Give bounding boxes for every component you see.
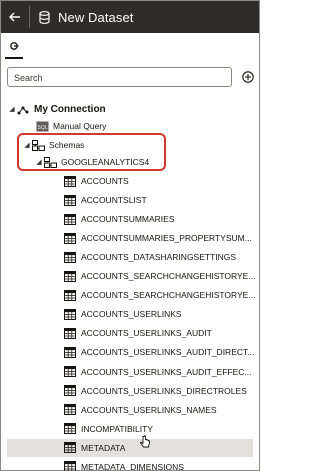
tree-node-label: ACCOUNTS_USERLINKS_AUDIT_EFFEC... [81, 366, 252, 377]
database-icon [30, 1, 58, 33]
tree-node-table[interactable]: INCOMPATIBILITY [63, 420, 153, 438]
table-icon [63, 404, 77, 416]
tree-node-table[interactable]: ACCOUNTS_USERLINKS_DIRECTROLES [63, 382, 247, 400]
tree-node-label: Schemas [49, 140, 85, 150]
table-icon [63, 385, 77, 397]
add-circle-icon [241, 70, 254, 83]
svg-text:SQL: SQL [37, 124, 47, 130]
active-tab-indicator [5, 57, 23, 59]
table-icon [63, 251, 77, 263]
table-icon [63, 289, 77, 301]
table-icon [63, 442, 77, 454]
connection-tab-icon[interactable] [7, 39, 21, 53]
connection-icon [16, 103, 30, 115]
table-icon [63, 270, 77, 282]
table-icon [63, 232, 77, 244]
tree-node-table[interactable]: ACCOUNTS_USERLINKS_AUDIT_DIRECT... [63, 343, 254, 361]
tree-node-label: ACCOUNTS_USERLINKS_DIRECTROLES [81, 385, 247, 396]
tree-node-manual-query[interactable]: SQL Manual Query [35, 117, 106, 135]
table-icon [63, 308, 77, 320]
tree-node-label: ACCOUNTS_SEARCHCHANGEHISTORYE... [81, 271, 256, 282]
back-button[interactable] [1, 1, 29, 33]
tree-node-table[interactable]: ACCOUNTSUMMARIES [63, 210, 175, 228]
tree-node-table[interactable]: ACCOUNTS_USERLINKS_AUDIT [63, 324, 212, 342]
tree-node-label: METADATA [81, 442, 126, 453]
search-input[interactable] [8, 69, 231, 87]
tree-node-table[interactable]: ACCOUNTSUMMARIES_PROPERTYSUM... [63, 229, 252, 247]
tree-node-label: ACCOUNTS_SEARCHCHANGEHISTORYE... [81, 290, 256, 301]
tree-node-table[interactable]: ACCOUNTS [63, 172, 129, 190]
tree-node-table[interactable]: ACCOUNTS_DATASHARINGSETTINGS [63, 248, 236, 266]
tree-node-table[interactable]: ACCOUNTSLIST [63, 191, 147, 209]
app-header: New Dataset [1, 1, 259, 33]
collapse-caret-icon[interactable]: ◢ [35, 158, 43, 166]
tree-node-schema-googleanalytics4[interactable]: ◢ GOOGLEANALYTICS4 [35, 153, 149, 171]
tree-node-table[interactable]: METADATA_DIMENSIONS [63, 458, 184, 471]
table-icon [63, 175, 77, 187]
tree-node-table[interactable]: ACCOUNTS_SEARCHCHANGEHISTORYE... [63, 286, 255, 304]
collapse-caret-icon[interactable]: ◢ [23, 141, 31, 149]
tree-node-schemas[interactable]: ◢ Schemas [23, 136, 84, 154]
table-icon [63, 366, 77, 378]
tree-node-connection[interactable]: ◢ My Connection [8, 100, 106, 118]
tree-node-label: METADATA_DIMENSIONS [81, 461, 184, 471]
tree-node-label: ACCOUNTS_USERLINKS [81, 309, 182, 320]
table-icon [63, 346, 77, 358]
table-icon [63, 461, 77, 471]
schema-icon [43, 156, 57, 168]
tree-node-label: ACCOUNTS_DATASHARINGSETTINGS [81, 252, 237, 263]
add-button[interactable] [241, 70, 254, 83]
tree-node-label: INCOMPATIBILITY [81, 423, 153, 434]
table-icon [63, 213, 77, 225]
tree-node-table[interactable]: METADATA [7, 438, 253, 457]
tree-node-label: ACCOUNTSLIST [81, 195, 147, 206]
tree-node-table[interactable]: ACCOUNTS_SEARCHCHANGEHISTORYE... [63, 267, 255, 285]
tree-node-label: ACCOUNTS_USERLINKS_AUDIT_DIRECT... [81, 347, 255, 358]
page-title: New Dataset [58, 9, 134, 25]
search-box[interactable] [7, 67, 232, 87]
tree-node-label: My Connection [34, 103, 106, 115]
table-icon [63, 194, 77, 206]
tree-node-table[interactable]: ACCOUNTS_USERLINKS_NAMES [63, 401, 217, 419]
tree-node-label: ACCOUNTSUMMARIES_PROPERTYSUM... [81, 233, 252, 244]
panel-tab-bar [1, 33, 259, 61]
tree-node-label: Manual Query [53, 121, 107, 131]
tree-node-table[interactable]: ACCOUNTS_USERLINKS_AUDIT_EFFEC... [63, 363, 252, 381]
tree-node-label: ACCOUNTS_USERLINKS_NAMES [81, 404, 217, 415]
tree-node-label: GOOGLEANALYTICS4 [61, 157, 150, 167]
back-arrow-icon [9, 12, 20, 22]
schema-icon [31, 139, 45, 151]
tree-node-label: ACCOUNTSUMMARIES [81, 214, 175, 225]
sql-icon: SQL [35, 120, 49, 132]
tree-node-label: ACCOUNTS_USERLINKS_AUDIT [81, 328, 212, 339]
tree-node-table[interactable]: ACCOUNTS_USERLINKS [63, 305, 182, 323]
tree-node-label: ACCOUNTS [81, 176, 129, 186]
table-icon [63, 423, 77, 435]
collapse-caret-icon[interactable]: ◢ [8, 105, 16, 113]
table-icon [63, 327, 77, 339]
